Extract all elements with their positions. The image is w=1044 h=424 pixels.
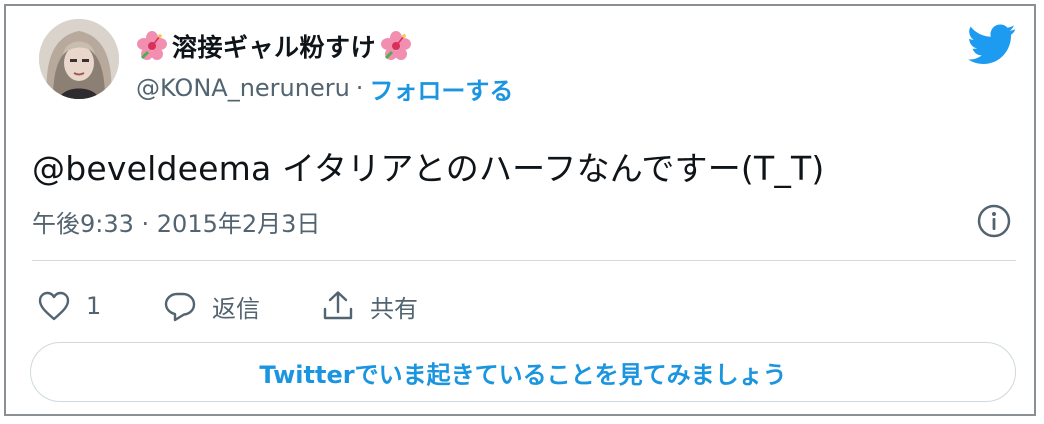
display-name[interactable]: 溶接ギャル粉すけ	[172, 28, 376, 64]
share-icon	[323, 291, 353, 320]
reply-bubble-icon	[164, 292, 196, 322]
avatar-image	[39, 19, 119, 99]
tweet-text: @beveldeema イタリアとのハーフなんですー(T_T)	[32, 149, 825, 188]
follow-button[interactable]: フォローする	[369, 71, 513, 106]
twitter-bird-icon[interactable]	[968, 20, 1016, 68]
tweet-embed-card: 溶接ギャル粉すけ @KONA_neruneru · フォローする @beveld…	[4, 4, 1036, 416]
avatar[interactable]	[39, 19, 119, 99]
user-name-row[interactable]: 溶接ギャル粉すけ	[136, 28, 412, 64]
divider	[32, 260, 1016, 261]
reply-button[interactable]: 返信	[162, 284, 260, 328]
like-button[interactable]: 1	[36, 284, 101, 328]
handle-row: @KONA_neruneru · フォローする	[136, 70, 513, 106]
share-button[interactable]: 共有	[320, 284, 418, 328]
separator-dot: ·	[355, 74, 364, 102]
share-label: 共有	[370, 294, 418, 323]
hibiscus-icon	[137, 31, 167, 60]
like-count: 1	[86, 292, 102, 320]
heart-icon	[38, 291, 70, 321]
see-whats-happening-button[interactable]: Twitterでいま起きていることを見てみましょう	[30, 342, 1016, 402]
reply-label: 返信	[212, 294, 260, 323]
tweet-timestamp[interactable]: 午後9:33 · 2015年2月3日	[32, 204, 320, 239]
info-icon[interactable]	[976, 203, 1012, 239]
user-handle[interactable]: @KONA_neruneru	[136, 74, 350, 102]
hibiscus-icon	[381, 31, 412, 60]
